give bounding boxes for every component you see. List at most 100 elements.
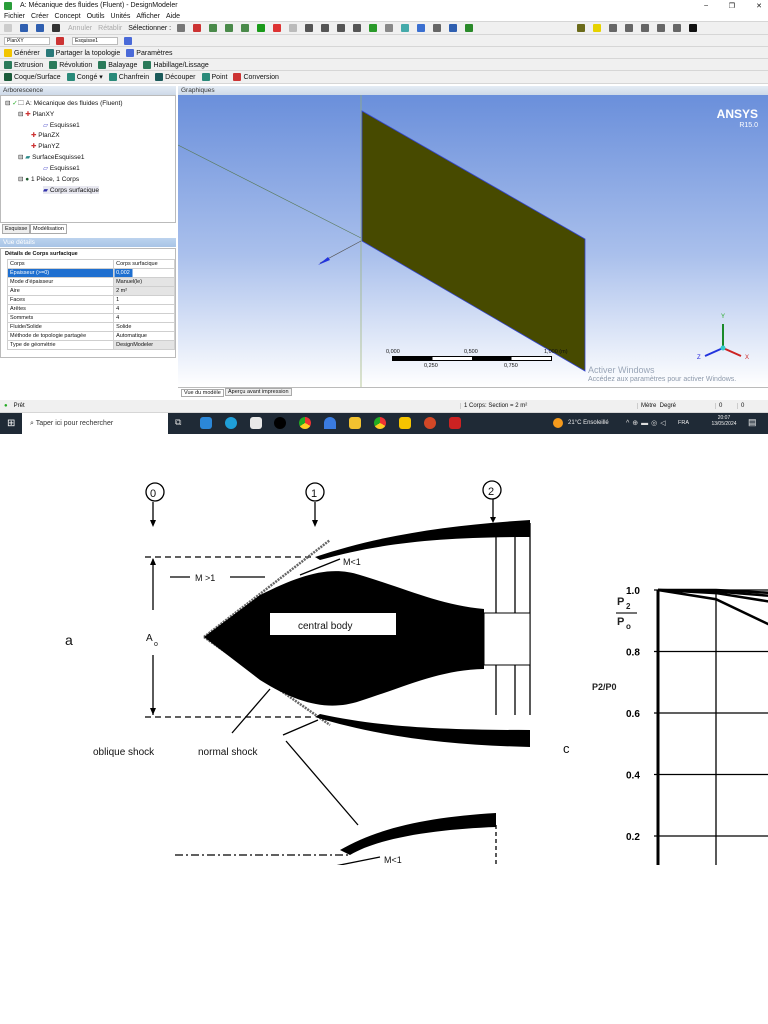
store-icon[interactable]: [250, 417, 262, 429]
undo-button[interactable]: Annuler: [68, 25, 92, 32]
details-row[interactable]: Arêtes 4: [6, 304, 175, 314]
tree-item-surface-body[interactable]: ▰ Corps surfacique: [43, 186, 99, 194]
menu-outils[interactable]: Outils: [87, 13, 105, 20]
chrome-icon[interactable]: [299, 417, 311, 429]
tray-icons[interactable]: ^⊕▬◎◁: [626, 419, 669, 427]
new-sketch-icon[interactable]: [124, 36, 132, 45]
redo-button[interactable]: Rétablir: [98, 25, 122, 32]
fillet-button[interactable]: Congé ▾: [66, 73, 103, 82]
tab-model-view[interactable]: Vue du modèle: [181, 389, 224, 397]
notifications-icon[interactable]: ▤: [748, 417, 757, 428]
surface-body[interactable]: [361, 110, 586, 372]
skin-loft-button[interactable]: Habillage/Lissage: [143, 60, 209, 69]
tree-item-esquisse1-b[interactable]: ▱ Esquisse1: [43, 164, 80, 172]
weather-text[interactable]: 21°C Ensoleillé: [568, 420, 609, 426]
language-indicator[interactable]: FRA: [678, 420, 689, 426]
details-value[interactable]: 2 m²: [113, 286, 175, 296]
menu-fichier[interactable]: Fichier: [4, 13, 25, 20]
rotate-icon[interactable]: [305, 24, 314, 32]
revolution-button[interactable]: Révolution: [49, 60, 92, 69]
details-value[interactable]: 4: [113, 304, 175, 314]
tree-item-esquisse1[interactable]: ▱ Esquisse1: [43, 121, 80, 129]
tab-esquisse[interactable]: Esquisse: [2, 224, 31, 234]
edge-icon[interactable]: [225, 417, 237, 429]
details-row[interactable]: Épaisseur (>=0) 0,002: [6, 268, 175, 278]
select-filter-icon[interactable]: [193, 24, 202, 32]
menu-creer[interactable]: Créer: [31, 13, 49, 20]
tree-item-surface-sketch[interactable]: ⊟ ▰ SurfaceEsquisse1: [18, 153, 84, 161]
edge-style-2-icon[interactable]: [625, 24, 634, 32]
tree-item-root[interactable]: ⊟ ✓🗀 A: Mécanique des fluides (Fluent): [5, 99, 123, 110]
vertex-filter-icon[interactable]: [209, 24, 218, 32]
body-filter-icon[interactable]: [257, 24, 266, 32]
edge-style-3-icon[interactable]: [641, 24, 650, 32]
details-value[interactable]: Manuel(le): [113, 277, 175, 287]
display-points-icon[interactable]: [401, 24, 410, 32]
zoom-fit-icon[interactable]: [369, 24, 378, 32]
chrome-profile-icon[interactable]: [374, 417, 386, 429]
tree-item-planyz[interactable]: ✚ PlanYZ: [31, 142, 60, 150]
extend-select-icon[interactable]: [273, 24, 282, 32]
details-row[interactable]: Mode d'épaisseur Manuel(le): [6, 277, 175, 287]
show-body-icon[interactable]: [449, 24, 458, 32]
graphics-viewport[interactable]: ANSYS R15.0 0,000 0,500 1,000 (m) 0,250 0…: [178, 95, 768, 387]
new-plane-icon[interactable]: [56, 36, 64, 45]
tree-item-planxy[interactable]: ⊟ ✚ PlanXY: [18, 110, 54, 118]
powerpoint-icon[interactable]: [424, 417, 436, 429]
file-explorer-icon[interactable]: [349, 417, 361, 429]
details-value[interactable]: 4: [113, 313, 175, 323]
menu-concept[interactable]: Concept: [55, 13, 81, 20]
parameters-button[interactable]: Paramètres: [126, 48, 172, 57]
pan-icon[interactable]: [321, 24, 330, 32]
details-row[interactable]: Faces 1: [6, 295, 175, 305]
details-value[interactable]: Automatique: [113, 331, 175, 341]
tiktok-icon[interactable]: [274, 417, 286, 429]
sketch-select[interactable]: Esquisse1: [72, 36, 118, 45]
screenshot-icon[interactable]: [52, 24, 60, 32]
pin-icon[interactable]: [689, 24, 698, 32]
details-value[interactable]: 0,002: [113, 268, 175, 278]
new-icon[interactable]: [4, 24, 12, 32]
details-row[interactable]: Corps Corps surfacique: [6, 259, 175, 269]
edge-style-4-icon[interactable]: [657, 24, 666, 32]
tree-item-planzx[interactable]: ✚ PlanZX: [31, 131, 60, 139]
mega-icon[interactable]: [449, 417, 461, 429]
show-model-icon[interactable]: [433, 24, 442, 32]
app-icon[interactable]: [324, 417, 336, 429]
maximize-button[interactable]: ❐: [729, 2, 735, 10]
point-button[interactable]: Point: [201, 73, 227, 81]
sweep-button[interactable]: Balayage: [98, 60, 137, 69]
tab-print-preview[interactable]: Aperçu avant impression: [225, 388, 292, 396]
tab-modelisation[interactable]: Modélisation: [30, 224, 67, 234]
clock[interactable]: 20:07 13/05/2024: [706, 415, 742, 427]
menu-unites[interactable]: Unités: [111, 13, 131, 20]
archicad-icon[interactable]: [399, 417, 411, 429]
share-topology-button[interactable]: Partager la topologie: [45, 48, 120, 57]
edge-style-icon[interactable]: [609, 24, 618, 32]
menu-aide[interactable]: Aide: [166, 13, 180, 20]
generate-button[interactable]: Générer: [4, 48, 40, 57]
edge-style-5-icon[interactable]: [673, 24, 682, 32]
details-row[interactable]: Fluide/Solide Solide: [6, 322, 175, 332]
shell-button[interactable]: Coque/Surface: [4, 73, 61, 81]
windows-start-icon[interactable]: ⊞: [7, 418, 15, 429]
edge-color-icon[interactable]: [593, 24, 602, 32]
taskbar-search[interactable]: ⌕ Taper ici pour rechercher: [22, 413, 168, 434]
save-icon[interactable]: [20, 24, 28, 32]
magnifier-icon[interactable]: [385, 24, 394, 32]
face-color-icon[interactable]: [561, 24, 569, 32]
body-color-icon[interactable]: [577, 24, 586, 32]
extrusion-button[interactable]: Extrusion: [4, 60, 43, 69]
conversion-button[interactable]: Conversion: [233, 73, 279, 81]
menu-afficher[interactable]: Afficher: [136, 13, 160, 20]
select-mode-icon[interactable]: [177, 24, 186, 32]
zoom-box-icon[interactable]: [353, 24, 362, 32]
details-row[interactable]: Aire 2 m²: [6, 286, 175, 296]
details-value[interactable]: DesignModeler: [113, 340, 175, 350]
chamfer-button[interactable]: Chanfrein: [108, 73, 149, 81]
details-value[interactable]: Corps surfacique: [113, 259, 175, 269]
save-as-icon[interactable]: [36, 24, 44, 32]
select-all-icon[interactable]: [289, 24, 298, 32]
graphics-options-icon[interactable]: [465, 24, 474, 32]
face-filter-icon[interactable]: [241, 24, 250, 32]
